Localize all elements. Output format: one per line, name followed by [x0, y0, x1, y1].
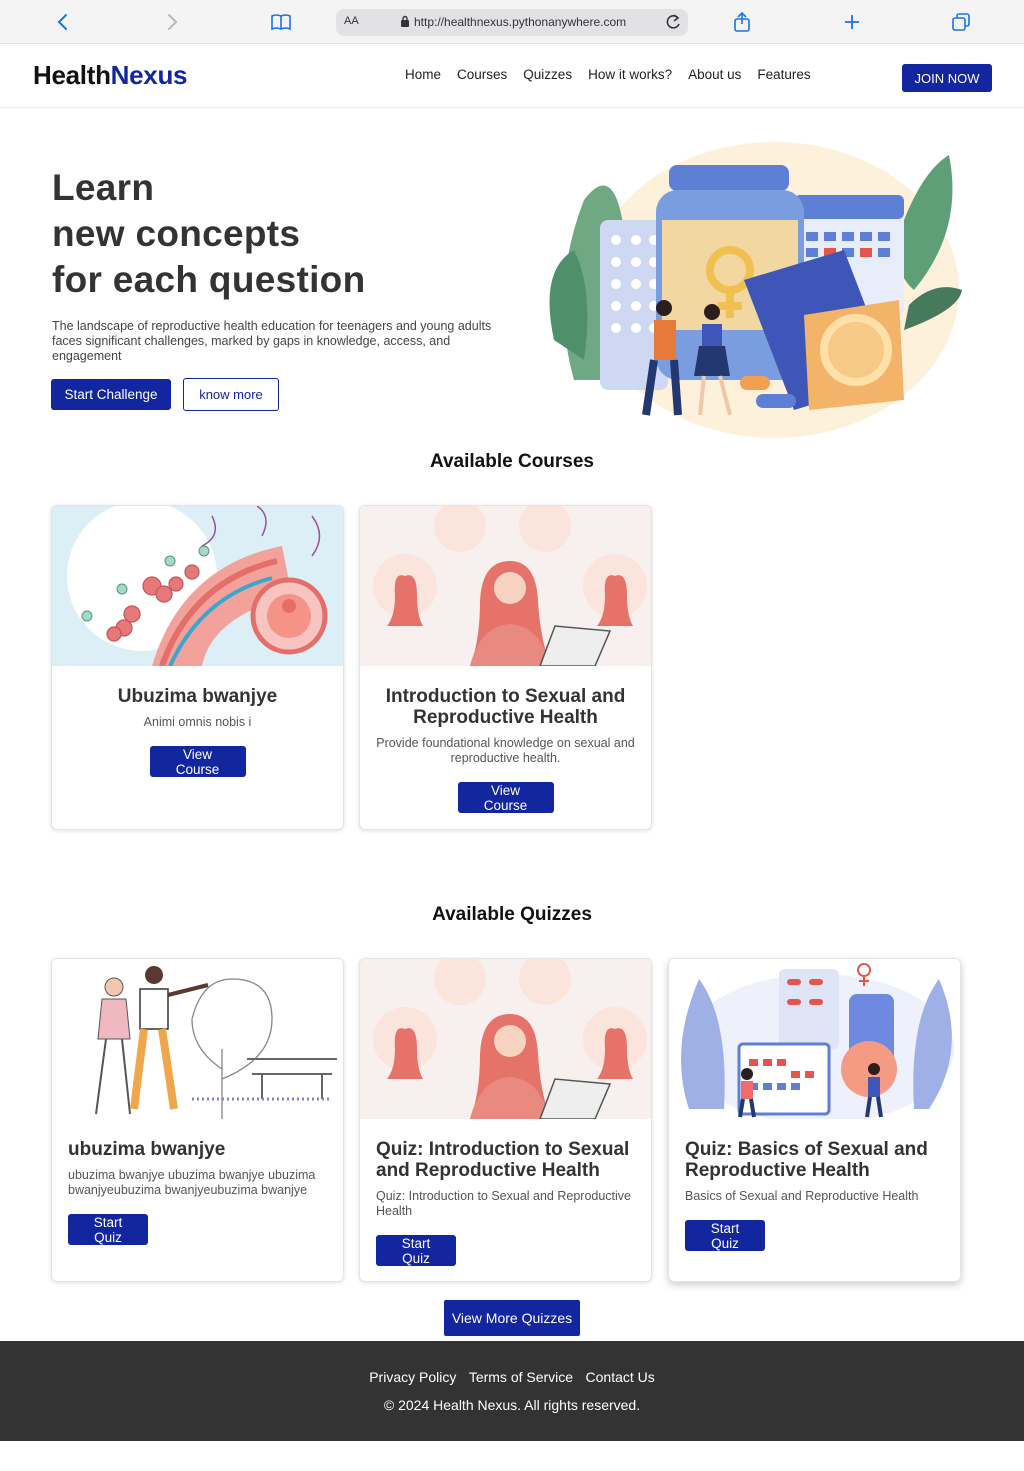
quiz-card: Quiz: Introduction to Sexual and Reprodu…: [359, 958, 652, 1282]
courses-section-title: Available Courses: [429, 451, 595, 472]
nav-features[interactable]: Features: [757, 67, 810, 82]
course-body: Introduction to Sexual and Reproductive …: [376, 686, 635, 815]
course-title: Introduction to Sexual and Reproductive …: [385, 686, 626, 728]
back-icon[interactable]: [49, 8, 77, 36]
url-text: http://healthnexus.pythonanywhere.com: [414, 15, 627, 29]
quiz-title: ubuzima bwanjye: [68, 1139, 226, 1160]
plus-icon[interactable]: [838, 8, 866, 36]
nav-courses[interactable]: Courses: [457, 67, 507, 82]
nav-how-it-works[interactable]: How it works?: [588, 67, 672, 82]
nav-quizzes[interactable]: Quizzes: [523, 67, 572, 82]
site-header: HealthNexus Home Courses Quizzes How it …: [0, 44, 1024, 108]
copyright: © 2024 Health Nexus. All rights reserved…: [383, 1397, 641, 1413]
footer-contact-link[interactable]: Contact Us: [586, 1369, 655, 1385]
course-card: Ubuzima bwanjye Animi omnis nobis i View…: [51, 505, 344, 830]
quiz-card: Quiz: Basics of Sexual and Reproductive …: [668, 958, 961, 1282]
quiz-image: [360, 959, 651, 1120]
course-image: [52, 506, 343, 667]
quiz-card: ubuzima bwanjye ubuzima bwanjye ubuzima …: [51, 958, 344, 1282]
course-card: Introduction to Sexual and Reproductive …: [359, 505, 652, 830]
logo-health: Health: [33, 60, 111, 90]
start-challenge-button[interactable]: Start Challenge: [51, 379, 171, 410]
course-description: Provide foundational knowledge on sexual…: [376, 736, 635, 765]
hero-description: The landscape of reproductive health edu…: [52, 319, 492, 363]
quiz-description: Quiz: Introduction to Sexual and Reprodu…: [376, 1189, 632, 1218]
logo[interactable]: HealthNexus: [33, 60, 188, 91]
quiz-body: ubuzima bwanjye ubuzima bwanjye ubuzima …: [68, 1139, 327, 1247]
quizzes-section-title: Available Quizzes: [432, 904, 592, 925]
logo-nexus: Nexus: [110, 60, 188, 90]
quiz-body: Quiz: Basics of Sexual and Reproductive …: [685, 1139, 944, 1253]
course-body: Ubuzima bwanjye Animi omnis nobis i View…: [68, 686, 327, 779]
hero-title-line: for each question: [52, 259, 366, 300]
nav-links: Home Courses Quizzes How it works? About…: [405, 67, 827, 82]
footer-terms-link[interactable]: Terms of Service: [469, 1369, 573, 1385]
know-more-button[interactable]: know more: [183, 378, 279, 411]
view-more-quizzes-button[interactable]: View More Quizzes: [444, 1300, 580, 1336]
quiz-body: Quiz: Introduction to Sexual and Reprodu…: [376, 1139, 635, 1268]
start-quiz-button[interactable]: Start Quiz: [685, 1220, 765, 1251]
reload-icon[interactable]: [664, 12, 682, 37]
quiz-description: ubuzima bwanjye ubuzima bwanjye ubuzima …: [68, 1168, 316, 1197]
forward-icon[interactable]: [158, 8, 186, 36]
course-image: [360, 506, 651, 667]
hero-title-line: new concepts: [52, 213, 301, 254]
hero-title-line: Learn: [52, 167, 155, 208]
course-description: Animi omnis nobis i: [143, 715, 252, 729]
quiz-title: Quiz: Introduction to Sexual and Reprodu…: [376, 1139, 630, 1181]
view-course-button[interactable]: View Course: [149, 746, 246, 777]
start-quiz-button[interactable]: Start Quiz: [68, 1214, 148, 1245]
quiz-description: Basics of Sexual and Reproductive Health: [685, 1189, 919, 1203]
site-footer: Privacy Policy Terms of Service Contact …: [0, 1341, 1024, 1441]
address-bar[interactable]: AA http://healthnexus.pythonanywhere.com: [336, 9, 688, 36]
quiz-image: [52, 959, 343, 1119]
nav-about[interactable]: About us: [688, 67, 741, 82]
hero-title: Learn new concepts for each question: [52, 165, 365, 303]
book-icon[interactable]: [267, 8, 295, 36]
tabs-icon[interactable]: [947, 8, 975, 36]
share-icon[interactable]: [728, 8, 756, 36]
start-quiz-button[interactable]: Start Quiz: [376, 1235, 456, 1266]
course-title: Ubuzima bwanjye: [117, 686, 278, 707]
hero-illustration: [544, 140, 964, 440]
view-course-button[interactable]: View Course: [457, 782, 554, 813]
lock-icon: [400, 15, 410, 33]
quiz-image: [669, 959, 960, 1124]
reader-label[interactable]: AA: [344, 15, 359, 27]
quiz-title: Quiz: Basics of Sexual and Reproductive …: [685, 1139, 928, 1181]
footer-links: Privacy Policy Terms of Service Contact …: [0, 1369, 1024, 1387]
browser-toolbar: AA http://healthnexus.pythonanywhere.com: [0, 0, 1024, 44]
footer-privacy-link[interactable]: Privacy Policy: [369, 1369, 456, 1385]
join-now-button[interactable]: JOIN NOW: [902, 64, 992, 92]
nav-home[interactable]: Home: [405, 67, 441, 82]
